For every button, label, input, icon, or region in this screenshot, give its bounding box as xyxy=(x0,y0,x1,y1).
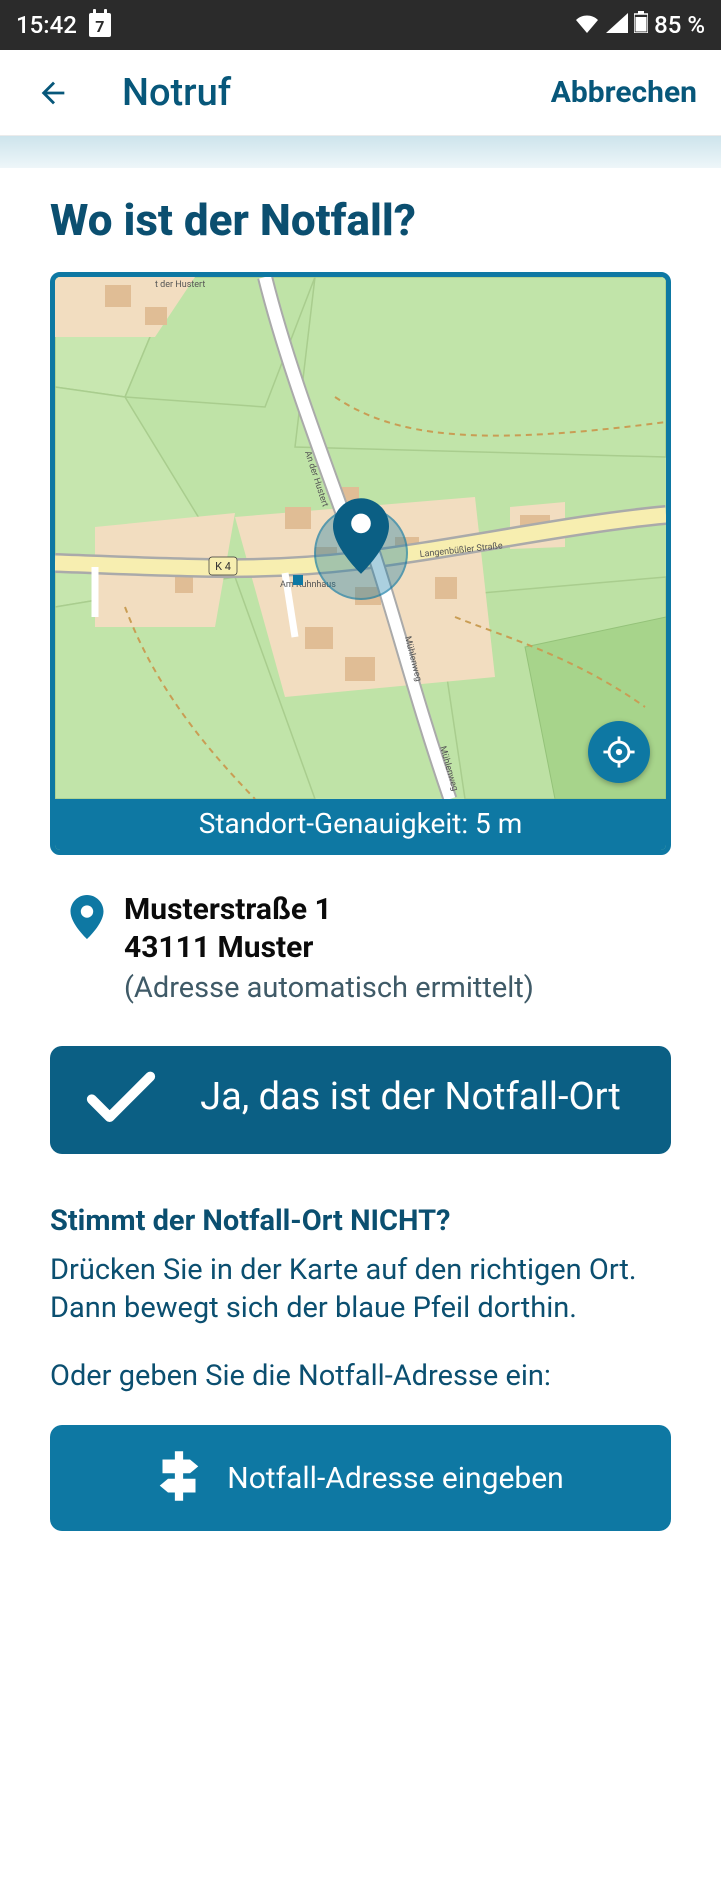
recenter-button[interactable] xyxy=(588,721,650,783)
cancel-button[interactable]: Abbrechen xyxy=(551,75,697,110)
map-card: K 4 Langenbüßler Straße Mühlenweg Mühlen… xyxy=(50,272,671,855)
status-bar: 15:42 7 85 % xyxy=(0,0,721,50)
help-line2: Oder geben Sie die Notfall-Adresse ein: xyxy=(50,1358,671,1396)
enter-address-label: Notfall-Adresse eingeben xyxy=(227,1461,563,1496)
address-line1: Musterstraße 1 xyxy=(124,891,534,929)
accuracy-label: Standort-Genauigkeit: 5 m xyxy=(55,799,666,850)
pin-icon xyxy=(70,891,104,1006)
address-note: (Adresse automatisch ermittelt) xyxy=(124,970,534,1006)
header-divider xyxy=(0,136,721,168)
map-view[interactable]: K 4 Langenbüßler Straße Mühlenweg Mühlen… xyxy=(55,277,666,799)
confirm-button-label: Ja, das ist der Notfall-Ort xyxy=(174,1076,647,1120)
svg-text:t der Hustert: t der Hustert xyxy=(155,280,205,290)
arrow-left-icon xyxy=(36,76,70,110)
confirm-location-button[interactable]: Ja, das ist der Notfall-Ort xyxy=(50,1046,671,1154)
help-block: Stimmt der Notfall-Ort NICHT? Drücken Si… xyxy=(50,1204,671,1395)
status-time: 15:42 xyxy=(16,11,77,39)
address-line2: 43111 Muster xyxy=(124,929,534,967)
battery-text: 85 % xyxy=(654,11,705,39)
svg-text:K 4: K 4 xyxy=(215,560,231,573)
signpost-icon xyxy=(157,1451,201,1505)
enter-address-button[interactable]: Notfall-Adresse eingeben xyxy=(50,1425,671,1531)
page-heading: Wo ist der Notfall? xyxy=(50,194,671,246)
crosshair-icon xyxy=(602,735,636,769)
signal-icon xyxy=(606,11,628,39)
check-icon xyxy=(86,1070,156,1126)
app-header: Notruf Abbrechen xyxy=(0,50,721,136)
back-button[interactable] xyxy=(36,76,84,110)
wifi-icon xyxy=(574,11,600,39)
page-title: Notruf xyxy=(84,71,551,115)
address-block: Musterstraße 1 43111 Muster (Adresse aut… xyxy=(50,855,671,1006)
calendar-icon: 7 xyxy=(89,13,111,37)
battery-icon xyxy=(634,11,648,39)
help-line1: Drücken Sie in der Karte auf den richtig… xyxy=(50,1252,671,1327)
help-heading: Stimmt der Notfall-Ort NICHT? xyxy=(50,1204,671,1238)
location-pin-icon xyxy=(333,498,389,578)
